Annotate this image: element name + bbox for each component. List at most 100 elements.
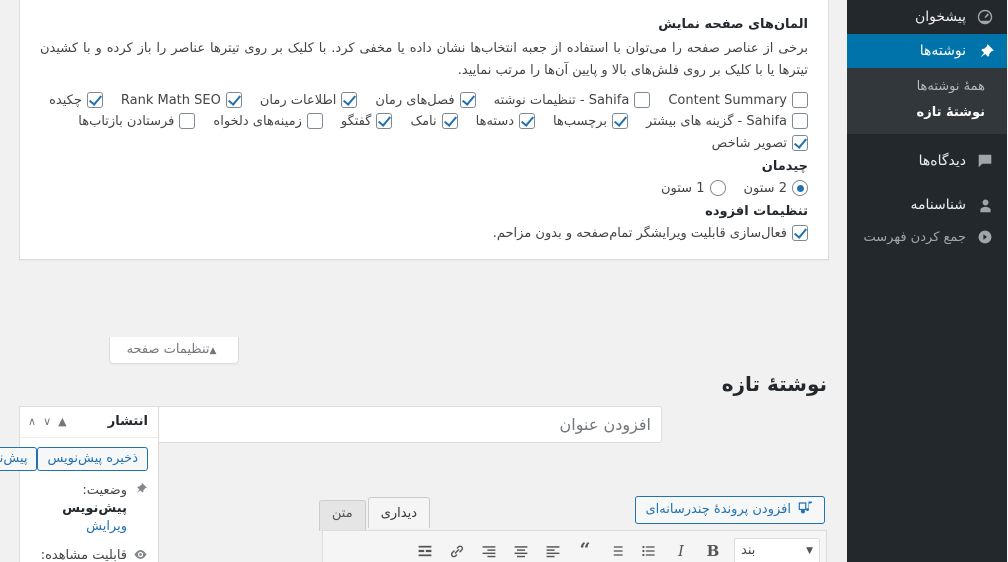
checkbox-label: زمینه‌های دلخواه [214,113,303,129]
checkbox-box[interactable] [377,113,394,130]
checkbox-label: دسته‌ها [476,113,516,129]
checkbox-label: چکیده [50,92,83,108]
checkbox-label: Content Summary [669,92,788,108]
order-down-icon[interactable]: ∨ [44,416,52,427]
checkbox-box[interactable] [342,92,359,109]
checkbox-box[interactable] [793,135,809,152]
chevron-down-icon: ▼ [807,545,814,556]
publish-actions-row: ذخیره پیش‌نویس پیش‌نمایش [0,447,149,471]
post-title-input[interactable] [158,406,663,443]
editor-mode-tabs: دیداری متن [318,497,431,531]
checkbox-label: فرستادن بازتاب‌ها [79,113,176,129]
tab-text[interactable]: متن [319,500,367,531]
comment-icon [976,151,996,171]
checkbox-send-trackbacks[interactable]: فرستادن بازتاب‌ها [79,113,197,130]
bold-icon[interactable]: B [699,537,729,562]
layout-options: 2 ستون 1 ستون [41,180,809,197]
save-draft-button[interactable]: ذخیره پیش‌نویس [38,447,149,471]
screen-options-tab[interactable]: ▲تنظیمات صفحه [110,337,240,364]
checkbox-distraction-free-writing[interactable]: فعال‌سازی قابلیت ویرایشگر تمام‌صفحه و بد… [494,225,809,242]
radio-box[interactable] [710,180,727,197]
admin-content: المان‌های صفحه نمایش برخی از عناصر صفحه … [0,0,848,562]
align-center-icon[interactable] [507,537,537,562]
numbered-list-icon[interactable]: 1 2 3 [603,537,633,562]
sidebar-item-profile[interactable]: شناسنامه [848,188,1008,222]
blockquote-icon[interactable]: “ [571,537,601,562]
checkbox-box[interactable] [460,92,477,109]
screen-meta-links: ▲تنظیمات صفحه [110,337,240,364]
checkbox-box[interactable] [226,92,243,109]
post-status-line: وضعیت: پیش‌نویس ویرایش [31,482,149,536]
checkbox-label: اطلاعات رمان [260,92,338,108]
checkbox-sahifa-post-settings[interactable]: Sahifa - تنظیمات نوشته [495,92,652,109]
insert-link-icon[interactable] [443,537,473,562]
screen-options-row-2: Sahifa - گزینه های بیشتر برچسب‌ها دسته‌ه… [41,113,809,130]
submenu-item-new-post[interactable]: نوشتهٔ تازه [848,100,1008,126]
pin-icon [133,482,149,495]
checkbox-label: برچسب‌ها [554,113,609,129]
paragraph-format-value: بند [742,543,757,558]
bulleted-list-icon[interactable] [635,537,665,562]
sidebar-item-label: پیشخوان [915,9,967,25]
checkbox-excerpt[interactable]: چکیده [50,92,104,109]
checkbox-categories[interactable]: دسته‌ها [476,113,537,130]
radio-box[interactable] [793,180,809,197]
paragraph-format-select[interactable]: ▼ بند [735,537,821,562]
checkbox-featured-image[interactable]: تصویر شاخص [713,135,809,152]
caret-up-icon: ▲ [210,346,218,356]
checkbox-box[interactable] [793,113,809,130]
italic-icon[interactable]: I [667,537,697,562]
sidebar-item-label: نوشته‌ها [920,43,967,59]
radio-two-columns[interactable]: 2 ستون [745,180,809,197]
checkbox-custom-fields[interactable]: زمینه‌های دلخواه [214,113,324,130]
align-right-icon[interactable] [475,537,505,562]
tab-visual[interactable]: دیداری [368,497,431,528]
checkbox-box[interactable] [520,113,537,130]
checkbox-box[interactable] [635,92,652,109]
checkbox-sahifa-more-options[interactable]: Sahifa - گزینه های بیشتر [647,113,809,130]
order-higher-icon[interactable]: ▲ [59,416,67,427]
checkbox-novel-chapters[interactable]: فصل‌های رمان [376,92,477,109]
screen-options-panel: المان‌های صفحه نمایش برخی از عناصر صفحه … [20,0,830,261]
post-status-label: وضعیت: [83,483,128,498]
checkbox-label: Sahifa - گزینه های بیشتر [647,113,788,129]
checkbox-box[interactable] [307,113,324,130]
checkbox-novel-info[interactable]: اطلاعات رمان [260,92,359,109]
dashboard-icon [976,7,996,27]
checkbox-content-summary[interactable]: Content Summary [669,92,809,109]
checkbox-rank-math-seo[interactable]: Rank Math SEO [122,92,243,109]
admin-sidebar: پیشخوان نوشته‌ها همهٔ نوشته‌ها نوشتهٔ تا… [840,0,1008,562]
checkbox-tags[interactable]: برچسب‌ها [554,113,630,130]
preview-button[interactable]: پیش‌نمایش [0,447,39,471]
checkbox-slug[interactable]: نامک [411,113,459,130]
checkbox-box[interactable] [442,113,459,130]
screen-options-description: برخی از عناصر صفحه را می‌توان با استفاده… [41,41,809,79]
checkbox-label: گفتگو [341,113,373,129]
screen-options-heading: المان‌های صفحه نمایش [659,17,809,32]
sidebar-item-dashboard[interactable]: پیشخوان [848,0,1008,34]
publish-box-body: ذخیره پیش‌نویس پیش‌نمایش وضعیت: پیش‌نویس… [0,438,159,562]
align-left-icon[interactable] [539,537,569,562]
sidebar-item-posts[interactable]: نوشته‌ها [840,34,1008,68]
screen-options-row-1: Content Summary Sahifa - تنظیمات نوشته ف… [41,92,809,109]
checkbox-discussion[interactable]: گفتگو [341,113,394,130]
submenu-item-all-posts[interactable]: همهٔ نوشته‌ها [848,74,1008,100]
add-media-button[interactable]: افزودن پروندهٔ چندرسانه‌ای [635,496,826,524]
sidebar-item-comments[interactable]: دیدگاه‌ها [848,144,1008,178]
collapse-menu-button[interactable]: جمع کردن فهرست [848,222,1008,252]
checkbox-box[interactable] [613,113,630,130]
edit-status-link[interactable]: ویرایش [87,519,128,534]
sidebar-item-label: شناسنامه [911,197,967,213]
blockquote-glyph: “ [580,539,592,561]
checkbox-label: نامک [411,113,438,129]
order-up-icon[interactable]: ∧ [29,416,37,427]
checkbox-box[interactable] [180,113,197,130]
publish-box: انتشار ▲ ∨ ∧ ذخیره پیش‌نویس پیش‌نمایش [0,406,160,562]
checkbox-box[interactable] [793,225,809,242]
italic-glyph: I [679,541,685,560]
checkbox-box[interactable] [87,92,104,109]
checkbox-box[interactable] [793,92,809,109]
read-more-icon[interactable] [411,537,441,562]
radio-one-column[interactable]: 1 ستون [662,180,727,197]
collapse-menu-label: جمع کردن فهرست [864,229,967,245]
